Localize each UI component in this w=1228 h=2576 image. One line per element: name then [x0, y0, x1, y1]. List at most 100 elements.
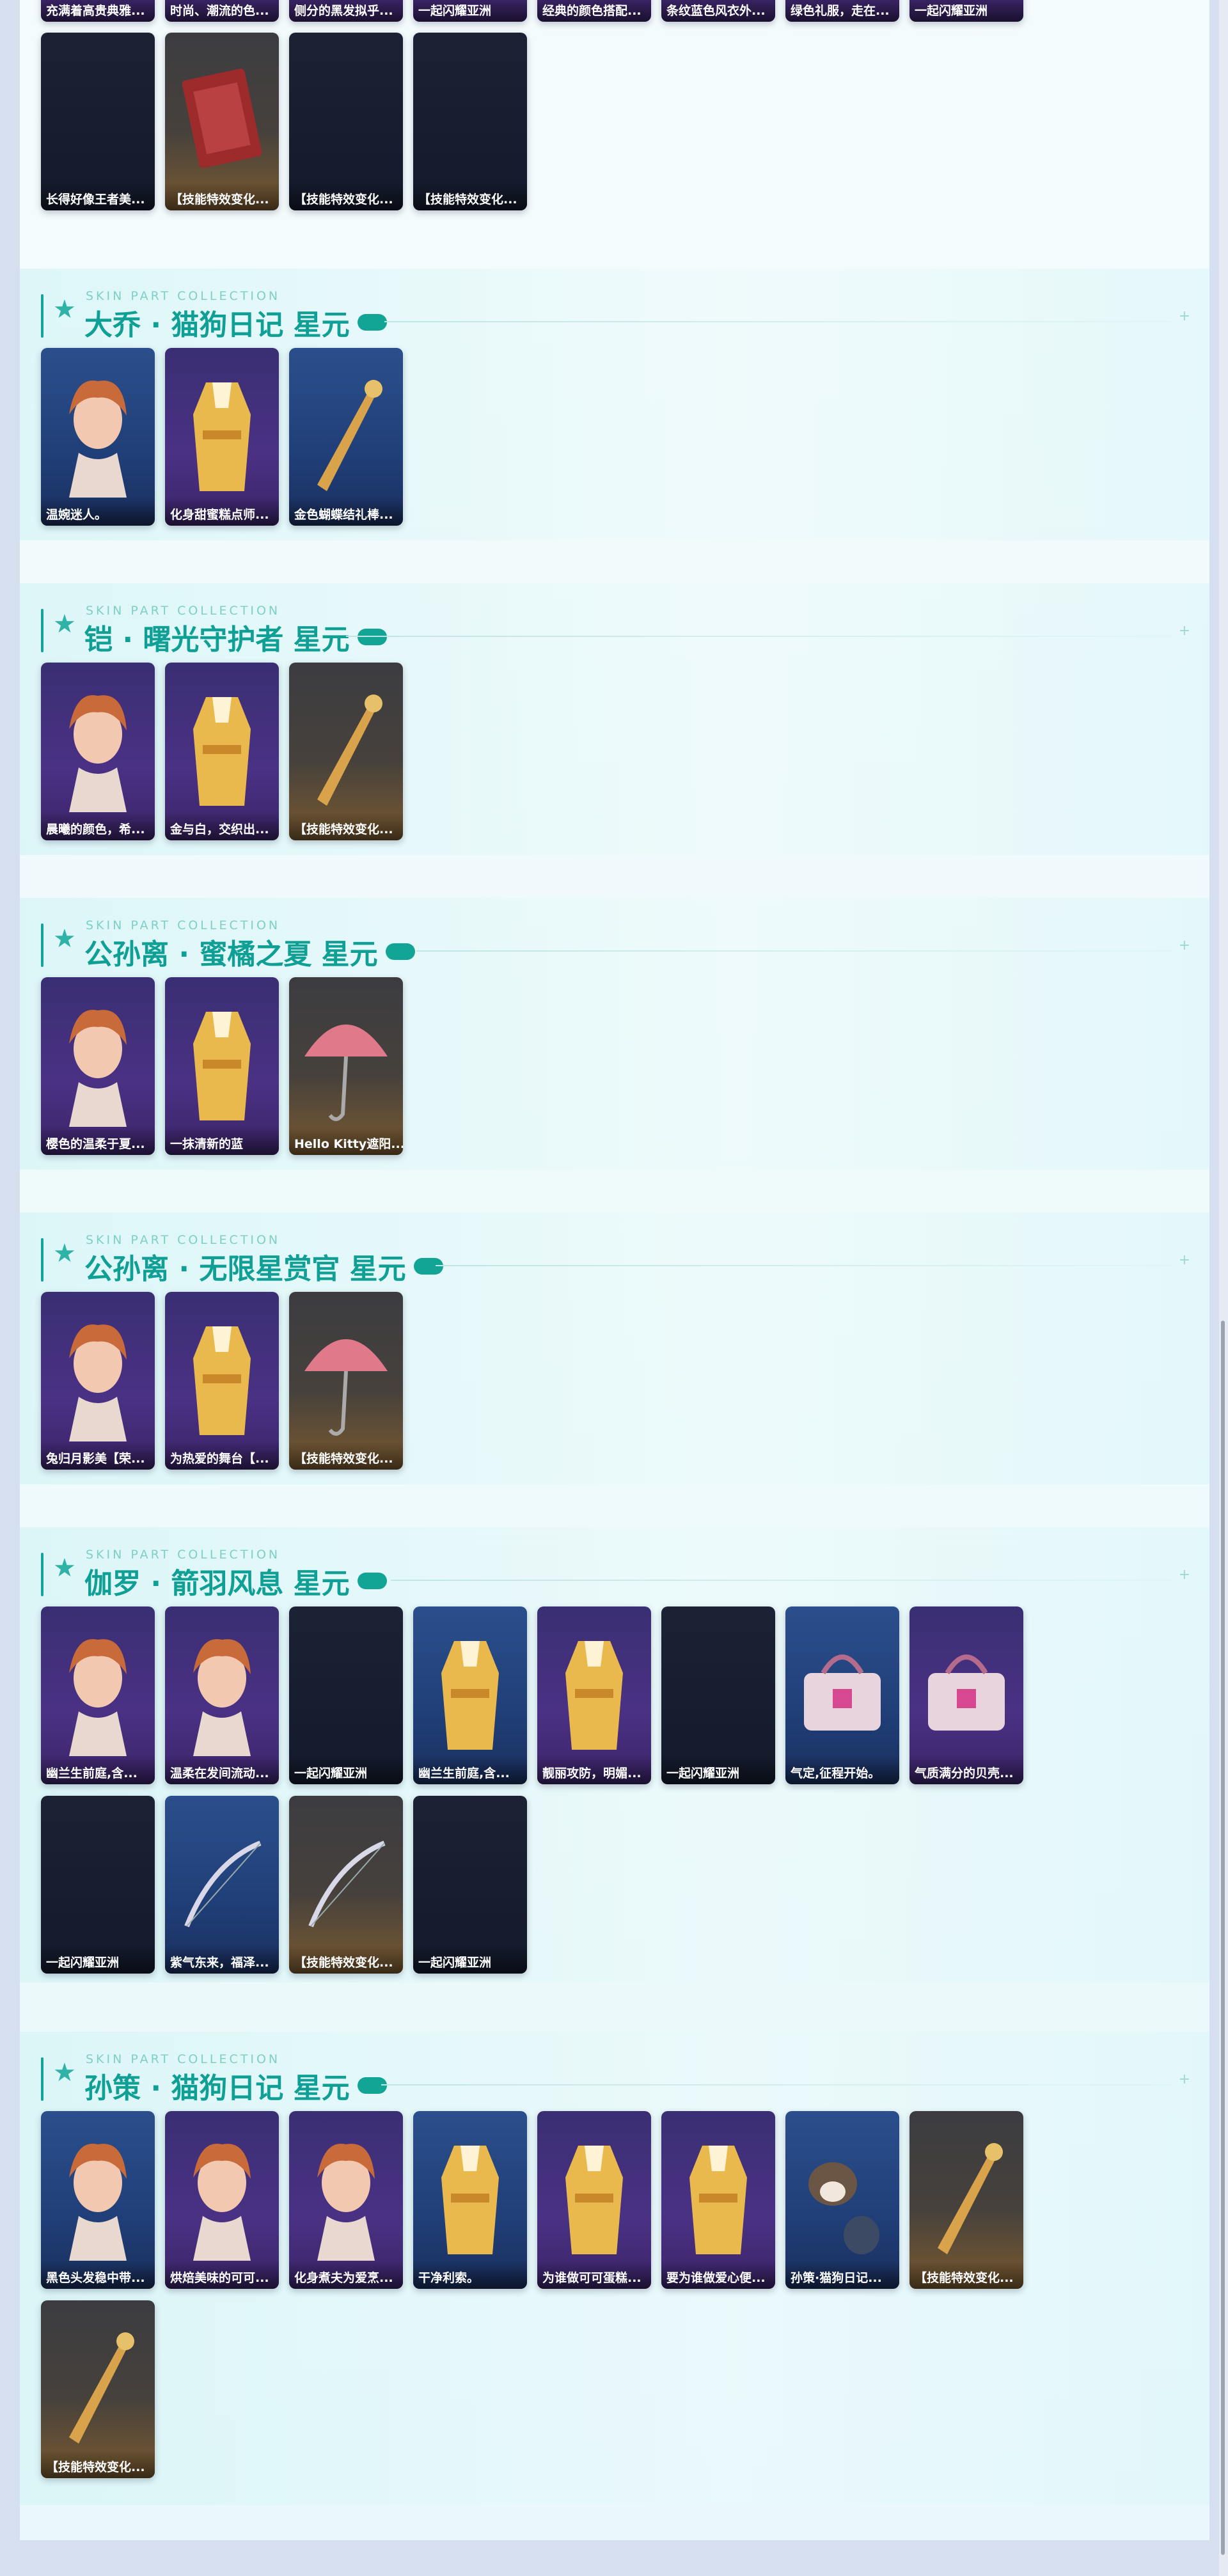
section-title: 公孙离 · 蜜橘之夏 星元	[84, 931, 415, 972]
weapon-icon	[918, 2133, 1014, 2261]
skin-part-card[interactable]: 绿色礼服，走在...	[785, 0, 899, 22]
bow-icon	[174, 1818, 270, 1945]
skin-part-card[interactable]: 【技能特效变化...	[41, 2300, 155, 2478]
skin-part-card[interactable]: 温婉迷人。	[41, 348, 155, 526]
section-accent-bar	[41, 1238, 43, 1282]
skin-part-label: 为热爱的舞台【...	[165, 1441, 279, 1470]
section-badge	[357, 1573, 387, 1589]
section-title-text: 铠 · 曙光守护者 星元	[84, 624, 350, 656]
skin-part-card[interactable]: 一起闪耀亚洲	[413, 1796, 527, 1974]
skin-part-card[interactable]: 烘焙美味的可可...	[165, 2111, 279, 2289]
section-title-text: 孙策 · 猫狗日记 星元	[84, 2072, 350, 2105]
pet-icon	[794, 2133, 890, 2261]
section-title-text: 公孙离 · 无限星赏官 星元	[84, 1253, 406, 1285]
skin-part-card[interactable]: 【技能特效变化...	[289, 33, 403, 210]
bag-icon	[918, 1628, 1014, 1756]
hero-head-icon	[50, 370, 146, 498]
skin-part-label: 干净利索。	[413, 2261, 527, 2289]
skin-part-card[interactable]: 一起闪耀亚洲	[41, 1796, 155, 1974]
sparkle-icon: +	[1178, 1567, 1190, 1583]
skin-part-label: 时尚、潮流的色...	[165, 0, 279, 22]
skin-part-card[interactable]: 要为谁做爱心便...	[661, 2111, 775, 2289]
skin-collection-section: ★ SKIN PART COLLECTION 伽罗 · 箭羽风息 星元 + 幽兰生前庭,…	[20, 1527, 1209, 1995]
skin-collection-section: ★ SKIN PART COLLECTION 公孙离 · 无限星赏官 星元 + 兔归月影…	[20, 1213, 1209, 1497]
skin-part-card[interactable]: 一起闪耀亚洲	[909, 0, 1023, 22]
section-badge	[357, 629, 387, 645]
section-divider	[436, 1265, 1171, 1266]
skin-part-card[interactable]: 温柔在发间流动...	[165, 1606, 279, 1784]
outfit-icon	[174, 370, 270, 498]
sparkle-icon: +	[1178, 938, 1190, 954]
skin-part-card[interactable]: 经典的颜色搭配...	[537, 0, 651, 22]
section-title: 大乔 · 猫狗日记 星元	[84, 302, 387, 343]
skin-part-card[interactable]: 【技能特效变化...	[289, 663, 403, 840]
skin-part-card[interactable]: 充满着高贵典雅...	[41, 0, 155, 22]
skin-part-card[interactable]: 为谁做可可蛋糕...	[537, 2111, 651, 2289]
skin-part-card[interactable]: 兔归月影美【荣...	[41, 1292, 155, 1470]
skin-collection-section: ★ SKIN PART COLLECTION 公孙离 · 蜜橘之夏 星元 + 樱色的温柔…	[20, 898, 1209, 1182]
skin-part-card[interactable]: 一起闪耀亚洲	[413, 0, 527, 22]
skin-part-card[interactable]: 【技能特效变化...	[165, 33, 279, 210]
skin-part-label: 紫气东来，福泽...	[165, 1945, 279, 1974]
skin-part-label: 【技能特效变化...	[413, 182, 527, 210]
skin-part-card[interactable]: 化身煮夫为爱烹...	[289, 2111, 403, 2289]
outfit-icon	[422, 2133, 518, 2261]
skin-part-card[interactable]: 长得好像王者美...	[41, 33, 155, 210]
skin-part-card[interactable]: 条纹蓝色风衣外...	[661, 0, 775, 22]
skin-part-card[interactable]: 时尚、潮流的色...	[165, 0, 279, 22]
skin-part-label: 一起闪耀亚洲	[413, 0, 527, 22]
skin-part-card[interactable]: 【技能特效变化...	[413, 33, 527, 210]
skin-part-label: 气质满分的贝壳...	[909, 1756, 1023, 1784]
skin-part-label: 侧分的黑发拟乎...	[289, 0, 403, 22]
skin-part-card[interactable]: 【技能特效变化...	[909, 2111, 1023, 2289]
skin-part-card[interactable]: 樱色的温柔于夏...	[41, 977, 155, 1155]
scrollbar-thumb[interactable]	[1221, 1321, 1225, 2555]
section-badge	[357, 314, 387, 331]
section-accent-bar	[41, 609, 43, 652]
skin-part-card[interactable]: 为热爱的舞台【...	[165, 1292, 279, 1470]
skin-part-label: 【技能特效变化...	[289, 1945, 403, 1974]
skin-part-card[interactable]: 晨曦的颜色，希...	[41, 663, 155, 840]
skin-part-card[interactable]: Hello Kitty遮阳...	[289, 977, 403, 1155]
weapon-icon	[298, 684, 394, 812]
skin-part-card[interactable]: 孙策·猫狗日记...	[785, 2111, 899, 2289]
skin-part-card[interactable]: 紫气东来，福泽...	[165, 1796, 279, 1974]
hero-head-icon	[50, 999, 146, 1127]
skin-part-card[interactable]: 一起闪耀亚洲	[661, 1606, 775, 1784]
skin-part-card[interactable]: 干净利索。	[413, 2111, 527, 2289]
umbrella-icon	[298, 999, 394, 1127]
skin-part-card[interactable]: 一起闪耀亚洲	[289, 1606, 403, 1784]
skin-part-card[interactable]: 气质满分的贝壳...	[909, 1606, 1023, 1784]
skin-part-card[interactable]: 【技能特效变化...	[289, 1796, 403, 1974]
skin-part-label: 【技能特效变化...	[289, 182, 403, 210]
skin-collection-section: ★ SKIN PART COLLECTION 大乔 · 猫狗日记 星元 + 温婉迷人。化…	[20, 269, 1209, 553]
star-icon: ★	[53, 1553, 76, 1583]
skin-part-card[interactable]: 黑色头发稳中带...	[41, 2111, 155, 2289]
skin-part-card[interactable]: 金与白，交织出...	[165, 663, 279, 840]
outfit-icon	[422, 1628, 518, 1756]
skin-part-card[interactable]: 金色蝴蝶结礼棒...	[289, 348, 403, 526]
skin-part-card[interactable]: 气定,征程开始。	[785, 1606, 899, 1784]
skin-part-card[interactable]: 靓丽攻防，明媚...	[537, 1606, 651, 1784]
skin-part-label: 【技能特效变化...	[165, 182, 279, 210]
sparkle-icon: +	[1178, 2071, 1190, 2087]
section-subtitle: SKIN PART COLLECTION	[86, 2052, 281, 2066]
skin-part-label: 金与白，交织出...	[165, 812, 279, 840]
skin-part-label: 樱色的温柔于夏...	[41, 1127, 155, 1155]
book-icon	[174, 54, 270, 182]
skin-part-card[interactable]: 侧分的黑发拟乎...	[289, 0, 403, 22]
bow-icon	[298, 1818, 394, 1945]
skin-part-label: 绿色礼服，走在...	[785, 0, 899, 22]
section-title-text: 公孙离 · 蜜橘之夏 星元	[84, 938, 378, 971]
skin-part-label: 条纹蓝色风衣外...	[661, 0, 775, 22]
hero-head-icon	[50, 1314, 146, 1441]
skin-part-card[interactable]: 一抹清新的蓝	[165, 977, 279, 1155]
skin-part-card[interactable]: 【技能特效变化...	[289, 1292, 403, 1470]
skin-part-label: 一抹清新的蓝	[165, 1127, 279, 1155]
hero-head-icon	[174, 2133, 270, 2261]
skin-part-card[interactable]: 幽兰生前庭,含...	[413, 1606, 527, 1784]
section-title: 伽罗 · 箭羽风息 星元	[84, 1560, 387, 1601]
skin-part-card[interactable]: 幽兰生前庭,含...	[41, 1606, 155, 1784]
skin-part-card[interactable]: 化身甜蜜糕点师...	[165, 348, 279, 526]
weapon-icon	[50, 2322, 146, 2450]
